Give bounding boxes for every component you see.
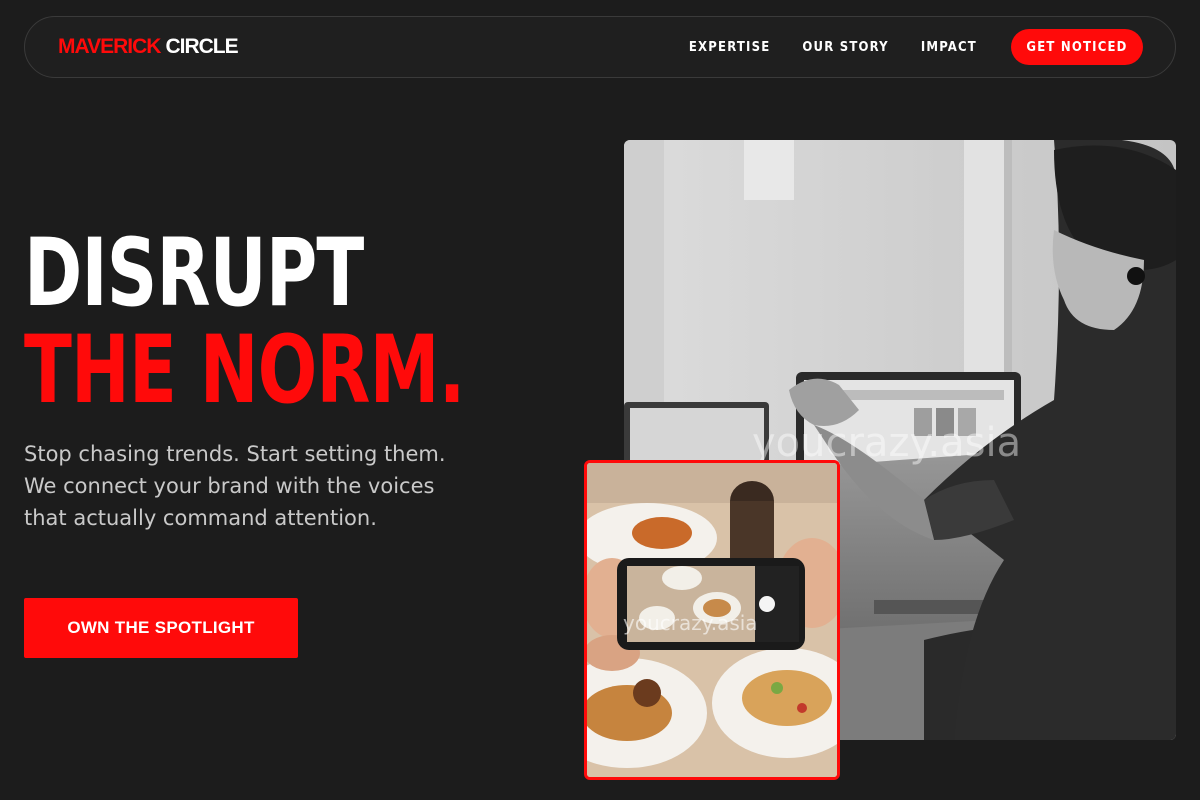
get-noticed-button[interactable]: GET NOTICED [1011, 29, 1143, 65]
nav-link-impact[interactable]: IMPACT [921, 40, 977, 55]
nav-links: EXPERTISE OUR STORY IMPACT GET NOTICED [689, 29, 1143, 65]
nav-link-our-story[interactable]: OUR STORY [802, 40, 888, 55]
hero-title-line2: THE NORM. [24, 316, 465, 425]
brand-logo-part2: CIRCLE [165, 35, 238, 58]
own-the-spotlight-button[interactable]: OWN THE SPOTLIGHT [24, 598, 298, 658]
hero-subtitle: Stop chasing trends. Start setting them.… [24, 442, 446, 530]
hero-title-line1: DISRUPT [24, 219, 364, 328]
navbar: MAVERICK CIRCLE EXPERTISE OUR STORY IMPAC… [24, 16, 1176, 78]
brand-logo-part1: MAVERICK [58, 35, 161, 58]
hero-photo-inset: youcrazy.asia [584, 460, 840, 780]
nav-link-expertise[interactable]: EXPERTISE [689, 40, 771, 55]
brand-logo[interactable]: MAVERICK CIRCLE [58, 35, 239, 59]
food-photo-illustration [587, 463, 837, 777]
hero-title: DISRUPT THE NORM. [24, 225, 465, 419]
